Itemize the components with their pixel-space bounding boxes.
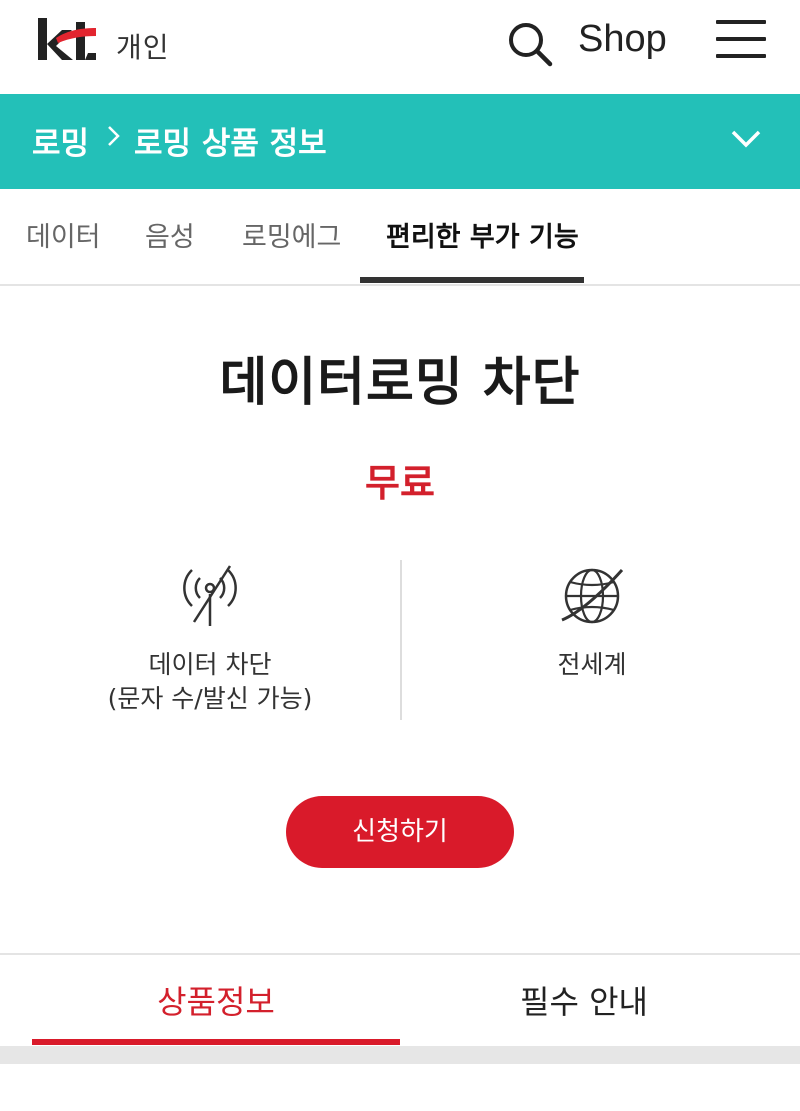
tab-roaming-egg[interactable]: 로밍에그 xyxy=(242,215,341,254)
category-tabs: 데이터 음성 로밍에그 편리한 부가 기능 xyxy=(0,189,800,286)
tab-product-info[interactable]: 상품정보 xyxy=(32,977,400,1023)
product-price: 무료 xyxy=(365,461,435,505)
detail-tab-indicator xyxy=(32,1039,400,1045)
search-icon[interactable] xyxy=(506,20,554,68)
logo-subtitle: 개인 xyxy=(116,31,170,64)
active-tab-indicator xyxy=(360,277,584,283)
feature-data-label: 데이터 차단 xyxy=(148,650,272,679)
detail-tabs: 상품정보 필수 안내 xyxy=(0,953,800,1045)
blocked-signal-icon xyxy=(183,565,237,626)
breadcrumb-item-roaming[interactable]: 로밍 xyxy=(32,118,89,163)
tab-required-notice[interactable]: 필수 안내 xyxy=(400,977,768,1023)
globe-icon xyxy=(561,568,624,624)
feature-data-sublabel: (문자 수/발신 가능) xyxy=(107,684,313,713)
tab-convenient-features[interactable]: 편리한 부가 기능 xyxy=(386,215,579,254)
apply-button[interactable]: 신청하기 xyxy=(286,796,514,868)
tab-data[interactable]: 데이터 xyxy=(26,215,101,254)
chevron-right-icon xyxy=(108,126,120,146)
top-header: 개인 Shop xyxy=(0,0,800,94)
breadcrumb-item-roaming-products[interactable]: 로밍 상품 정보 xyxy=(134,118,327,163)
kt-logo[interactable] xyxy=(36,16,98,64)
feature-region-label: 전세계 xyxy=(557,650,627,679)
breadcrumb: 로밍 로밍 상품 정보 xyxy=(0,94,800,189)
hamburger-menu-icon[interactable] xyxy=(716,20,766,58)
feature-data-block: 데이터 차단 (문자 수/발신 가능) xyxy=(10,560,410,716)
chevron-down-icon[interactable] xyxy=(730,128,762,150)
feature-region-block: 전세계 xyxy=(392,560,792,682)
tab-voice[interactable]: 음성 xyxy=(145,215,195,254)
section-divider xyxy=(0,1046,800,1064)
shop-link[interactable]: Shop xyxy=(578,18,667,61)
product-title: 데이터로밍 차단 xyxy=(219,353,581,413)
